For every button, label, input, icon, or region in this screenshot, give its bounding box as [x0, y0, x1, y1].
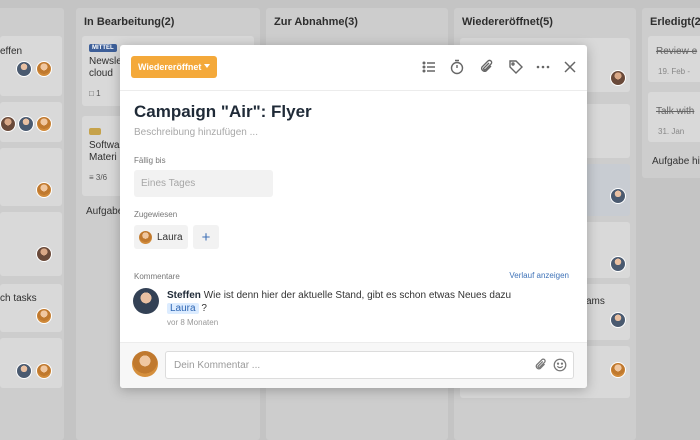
- card-title: ch tasks: [0, 293, 37, 304]
- comments-label: Kommentare: [134, 272, 180, 281]
- avatar: [36, 116, 52, 132]
- avatar: [16, 61, 32, 77]
- comment-body: Steffen Wie ist denn hier der aktuelle S…: [167, 289, 567, 315]
- card-title: Materi: [89, 152, 117, 163]
- comment-timestamp: vor 8 Monaten: [167, 318, 219, 327]
- avatar: [0, 116, 16, 132]
- card-title: Review e: [656, 46, 698, 57]
- column-title: Wiedereröffnet(5): [462, 16, 553, 28]
- more-options-icon[interactable]: [534, 58, 552, 76]
- comment-text: Wie ist denn hier der aktuelle Stand, gi…: [203, 290, 512, 301]
- avatar: [610, 70, 626, 86]
- column-title: In Bearbeitung(2): [84, 16, 175, 28]
- avatar: [610, 256, 626, 272]
- board-card[interactable]: [0, 212, 62, 276]
- due-date-label: Fällig bis: [134, 156, 166, 165]
- show-history-link[interactable]: Verlauf anzeigen: [509, 271, 569, 280]
- mention-tag[interactable]: Laura: [167, 303, 199, 314]
- status-label: Wiedereröffnet: [138, 62, 202, 72]
- board-card[interactable]: Review e 19. Feb -: [648, 36, 700, 82]
- comment-composer: [120, 342, 587, 388]
- column-title: Zur Abnahme(3): [274, 16, 358, 28]
- board-card[interactable]: effen: [0, 36, 62, 96]
- board-card[interactable]: [0, 148, 62, 206]
- task-title[interactable]: Campaign "Air": Flyer: [134, 102, 312, 122]
- board-card[interactable]: Talk with 31. Jan: [648, 92, 700, 142]
- avatar: [36, 246, 52, 262]
- avatar: [18, 116, 34, 132]
- assigned-label: Zugewiesen: [134, 210, 178, 219]
- avatar: [610, 362, 626, 378]
- avatar: [36, 61, 52, 77]
- avatar: [36, 308, 52, 324]
- avatar: [133, 288, 159, 314]
- chevron-down-icon: [204, 64, 210, 68]
- status-dropdown-button[interactable]: Wiedereröffnet: [131, 56, 217, 78]
- card-title: cloud: [89, 68, 113, 79]
- avatar: [610, 312, 626, 328]
- add-task-link[interactable]: Aufgabe hi: [652, 156, 700, 167]
- card-title: effen: [0, 46, 23, 57]
- comment-author: Steffen: [167, 290, 201, 301]
- card-date: 31. Jan: [658, 127, 685, 136]
- avatar: [139, 230, 152, 244]
- avatar: [16, 363, 32, 379]
- timer-icon[interactable]: [448, 58, 466, 76]
- assignee-name: Laura: [157, 231, 183, 243]
- description-field[interactable]: Beschreibung hinzufügen ...: [134, 127, 258, 138]
- avatar: [610, 188, 626, 204]
- comment-suffix: ?: [201, 303, 207, 314]
- avatar: [132, 351, 158, 377]
- attachment-icon[interactable]: [478, 58, 496, 76]
- assignee-chip[interactable]: Laura: [134, 225, 188, 249]
- label-tag: [89, 128, 101, 135]
- due-date-input[interactable]: [134, 170, 273, 197]
- task-detail-modal: Wiedereröffnet Campaign "Air": Flyer Bes…: [120, 45, 587, 388]
- comment-input[interactable]: [165, 351, 574, 379]
- board-column-erledigt: Erledigt(2) Review e 19. Feb - Talk with…: [642, 8, 700, 178]
- card-title: Talk with: [656, 106, 695, 117]
- checklist-progress: ≡ 3/6: [89, 173, 108, 182]
- add-assignee-button[interactable]: +: [193, 225, 219, 249]
- checklist-icon[interactable]: [420, 58, 438, 76]
- close-icon[interactable]: [561, 58, 579, 76]
- modal-header: Wiedereröffnet: [120, 45, 587, 91]
- tag-icon[interactable]: [507, 58, 525, 76]
- board-card[interactable]: [0, 102, 62, 142]
- add-task-link[interactable]: Aufgabe: [86, 206, 123, 217]
- card-title: Newsle: [89, 56, 122, 67]
- card-title: ams: [586, 296, 605, 307]
- comment-count: □ 1: [89, 89, 101, 98]
- attachment-icon[interactable]: [533, 357, 549, 373]
- priority-tag: MITTEL: [89, 44, 117, 52]
- card-date: 19. Feb -: [658, 67, 691, 76]
- card-title: Softwa: [89, 140, 120, 151]
- board-column-0: effen ch tasks: [0, 8, 64, 440]
- avatar: [36, 363, 52, 379]
- board-card[interactable]: [0, 338, 62, 388]
- avatar: [36, 182, 52, 198]
- column-title: Erledigt(2): [650, 16, 700, 28]
- board-card[interactable]: ch tasks: [0, 284, 62, 332]
- emoji-icon[interactable]: [552, 357, 568, 373]
